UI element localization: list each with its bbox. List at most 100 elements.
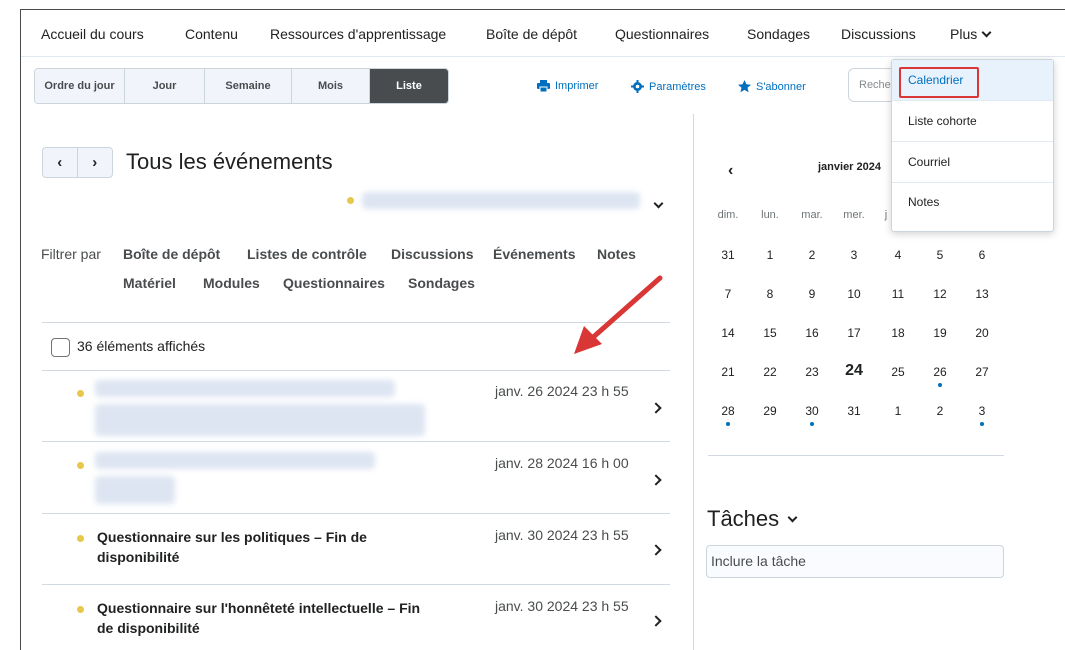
printer-icon (537, 80, 550, 92)
previous-button[interactable]: ‹ (43, 148, 78, 177)
calendar-day[interactable]: 25 (883, 365, 913, 379)
filter-checklists[interactable]: Listes de contrôle (247, 246, 367, 262)
calendar-day[interactable]: 18 (883, 326, 913, 340)
nav-surveys[interactable]: Sondages (747, 26, 810, 42)
calendar-day[interactable]: 31 (839, 404, 869, 418)
calendar-day[interactable]: 26 (925, 365, 955, 379)
chevron-right-icon (650, 474, 662, 486)
menu-item-email[interactable]: Courriel (892, 142, 1053, 183)
menu-item-grades[interactable]: Notes (892, 183, 1053, 224)
divider (708, 455, 1004, 456)
calendar-day[interactable]: 2 (797, 248, 827, 262)
calendar-day[interactable]: 10 (839, 287, 869, 301)
calendar-day[interactable]: 31 (713, 248, 743, 262)
weekday-label: mar. (801, 209, 823, 221)
select-all-checkbox[interactable] (51, 338, 70, 357)
calendar-prev-button[interactable]: ‹ (728, 162, 733, 180)
event-title-blurred (95, 476, 175, 504)
filter-modules[interactable]: Modules (203, 275, 260, 291)
view-agenda[interactable]: Ordre du jour (35, 69, 125, 103)
calendar-day[interactable]: 5 (925, 248, 955, 262)
chevron-down-icon[interactable] (653, 198, 664, 209)
gear-icon (631, 80, 644, 93)
calendar-day[interactable]: 27 (967, 365, 997, 379)
view-week[interactable]: Semaine (205, 69, 292, 103)
filter-surveys[interactable]: Sondages (408, 275, 475, 291)
next-button[interactable]: › (78, 148, 113, 177)
filter-discussions[interactable]: Discussions (391, 246, 473, 262)
event-indicator-dot (980, 422, 984, 426)
calendar-day[interactable]: 29 (755, 404, 785, 418)
calendar-day[interactable]: 11 (883, 287, 913, 301)
course-navbar: Accueil du cours Contenu Ressources d'ap… (21, 10, 1065, 57)
page-title: Tous les événements (126, 149, 333, 174)
settings-link[interactable]: Paramètres (631, 80, 706, 93)
tasks-heading[interactable]: Tâches (707, 506, 798, 532)
chevron-right-icon (650, 615, 662, 627)
calendar-day[interactable]: 1 (883, 404, 913, 418)
calendar-month-label: janvier 2024 (818, 161, 881, 173)
filter-material[interactable]: Matériel (123, 275, 176, 291)
nav-more-button[interactable]: Plus (950, 26, 992, 42)
divider (42, 441, 670, 442)
view-list[interactable]: Liste (370, 69, 448, 103)
calendar-day[interactable]: 4 (883, 248, 913, 262)
nav-learning-resources[interactable]: Ressources d'apprentissage (270, 26, 446, 42)
event-title-blurred (95, 380, 395, 397)
calendar-highlight-annotation (899, 67, 979, 98)
filter-dropbox[interactable]: Boîte de dépôt (123, 246, 220, 262)
chevron-left-icon: ‹ (728, 162, 734, 179)
calendar-day[interactable]: 28 (713, 404, 743, 418)
filter-events[interactable]: Événements (493, 246, 575, 262)
event-title: Questionnaire sur les politiques – Fin d… (97, 529, 367, 565)
calendar-selector-blurred[interactable] (362, 192, 640, 209)
subscribe-label: S'abonner (756, 80, 806, 93)
calendar-day[interactable]: 3 (967, 404, 997, 418)
annotation-arrow (574, 275, 663, 354)
calendar-day[interactable]: 6 (967, 248, 997, 262)
print-link[interactable]: Imprimer (537, 80, 598, 92)
divider (42, 584, 670, 585)
calendar-day[interactable]: 17 (839, 326, 869, 340)
task-input[interactable]: Inclure la tâche (706, 545, 1004, 578)
chevron-right-icon: › (92, 154, 98, 171)
calendar-day[interactable]: 22 (755, 365, 785, 379)
calendar-day[interactable]: 13 (967, 287, 997, 301)
calendar-day[interactable]: 7 (713, 287, 743, 301)
event-color-dot (77, 390, 84, 397)
filter-quizzes[interactable]: Questionnaires (283, 275, 385, 291)
calendar-day[interactable]: 30 (797, 404, 827, 418)
event-indicator-dot (810, 422, 814, 426)
calendar-day[interactable]: 15 (755, 326, 785, 340)
event-color-dot (77, 606, 84, 613)
nav-dropbox[interactable]: Boîte de dépôt (486, 26, 577, 42)
nav-content[interactable]: Contenu (185, 26, 238, 42)
calendar-day[interactable]: 24 (839, 362, 869, 380)
calendar-day[interactable]: 14 (713, 326, 743, 340)
nav-course-home[interactable]: Accueil du cours (41, 26, 144, 42)
calendar-day[interactable]: 2 (925, 404, 955, 418)
nav-discussions[interactable]: Discussions (841, 26, 916, 42)
calendar-day[interactable]: 8 (755, 287, 785, 301)
calendar-day[interactable]: 1 (755, 248, 785, 262)
divider (42, 370, 670, 371)
event-date: janv. 28 2024 16 h 00 (495, 455, 629, 471)
calendar-day[interactable]: 12 (925, 287, 955, 301)
filter-notes[interactable]: Notes (597, 246, 636, 262)
calendar-day[interactable]: 19 (925, 326, 955, 340)
calendar-day[interactable]: 21 (713, 365, 743, 379)
menu-item-classlist[interactable]: Liste cohorte (892, 101, 1053, 142)
calendar-day[interactable]: 16 (797, 326, 827, 340)
calendar-day[interactable]: 9 (797, 287, 827, 301)
subscribe-link[interactable]: S'abonner (738, 80, 806, 93)
event-color-dot (77, 535, 84, 542)
frame-border-left (20, 9, 21, 650)
calendar-day[interactable]: 3 (839, 248, 869, 262)
calendar-day[interactable]: 23 (797, 365, 827, 379)
calendar-day[interactable]: 20 (967, 326, 997, 340)
view-month[interactable]: Mois (292, 69, 370, 103)
divider (42, 513, 670, 514)
nav-quizzes[interactable]: Questionnaires (615, 26, 709, 42)
event-indicator-dot (726, 422, 730, 426)
view-day[interactable]: Jour (125, 69, 205, 103)
